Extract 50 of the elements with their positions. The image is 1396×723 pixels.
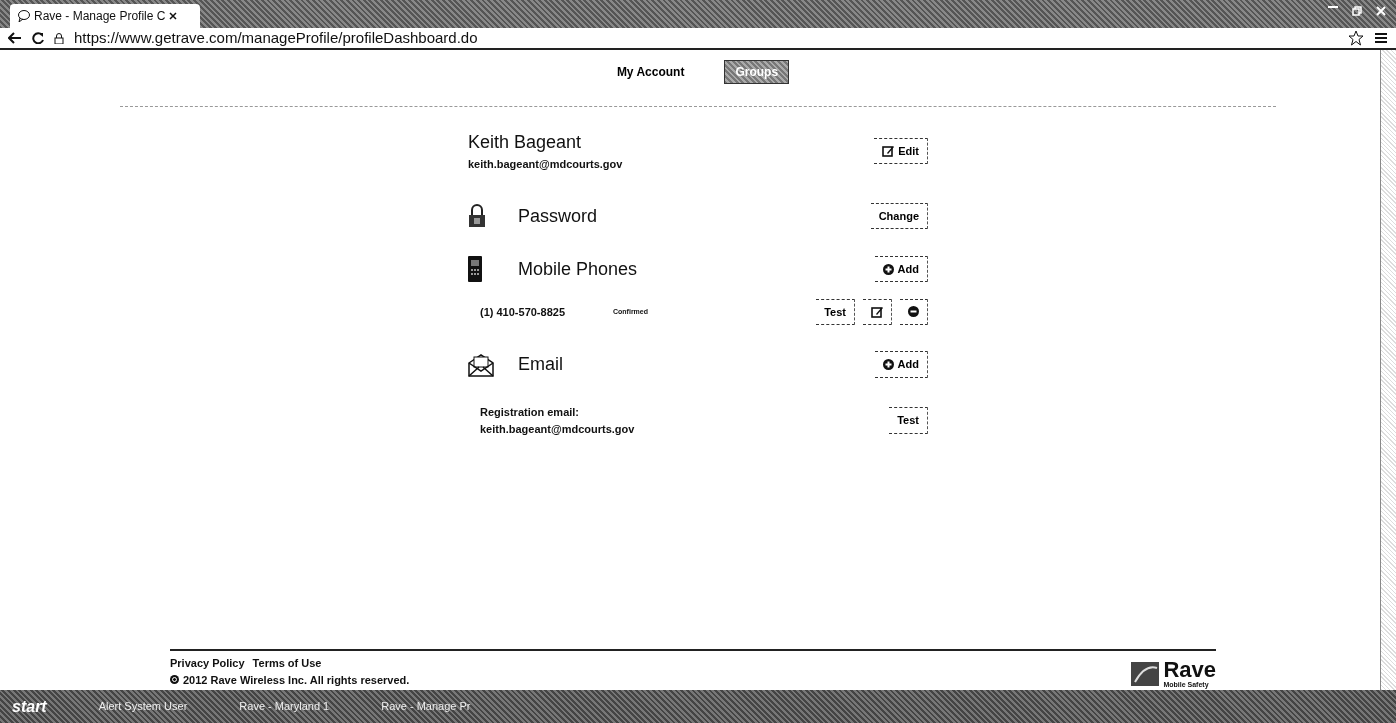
padlock-icon — [468, 204, 486, 229]
start-button[interactable]: start — [6, 693, 53, 720]
phone-number: (1) 410-570-8825 — [480, 304, 565, 320]
close-icon — [169, 12, 178, 20]
profile-email: keith.bageant@mdcourts.gov — [468, 157, 623, 172]
edit-icon — [882, 144, 895, 157]
taskbar-button[interactable]: Rave - Maryland 1 — [233, 697, 336, 716]
restore-icon — [1352, 6, 1362, 16]
browser-tab[interactable]: Rave - Manage Profile C — [10, 4, 200, 28]
section-title: Email — [518, 353, 563, 376]
star-icon — [1348, 30, 1364, 46]
taskbar-button[interactable]: Alert System User — [92, 697, 194, 716]
copyright-icon — [170, 675, 179, 685]
speech-bubble-icon — [18, 10, 30, 22]
nav-tab[interactable]: My Account — [606, 60, 695, 84]
plus-circle-icon — [882, 359, 894, 370]
footer-link[interactable]: Privacy Policy — [170, 655, 245, 672]
logo-name: Rave — [1163, 659, 1216, 681]
action-button[interactable]: Test — [816, 298, 855, 325]
url-field[interactable]: https://www.getrave.com/manageProfile/profileDashboard.do — [74, 26, 1338, 50]
taskbar-button[interactable]: Rave - Manage Pr — [375, 697, 477, 716]
minimize-icon — [1328, 6, 1338, 8]
remove-button[interactable] — [900, 298, 928, 325]
email-address: keith.bageant@mdcourts.gov — [480, 421, 635, 437]
action-button[interactable]: Change — [870, 202, 928, 230]
minus-circle-icon — [908, 306, 919, 318]
copyright-text: 2012 Rave Wireless Inc. All rights reserved. — [183, 672, 410, 688]
close-icon — [1376, 6, 1386, 16]
menu-icon — [1374, 32, 1388, 44]
edit-icon — [871, 305, 883, 318]
envelope-icon — [468, 352, 494, 377]
edit-button[interactable] — [863, 298, 892, 325]
section-title: Password — [518, 204, 598, 228]
mobile-phone-icon — [468, 256, 482, 282]
add-button[interactable]: Add — [874, 255, 928, 283]
plus-circle-icon — [882, 263, 894, 275]
tab-title: Rave - Manage Profile C — [34, 8, 166, 25]
nav-tab[interactable]: Groups — [724, 60, 790, 84]
action-button[interactable]: Test — [889, 407, 928, 434]
add-button[interactable]: Add — [874, 351, 928, 378]
scrollbar[interactable] — [1380, 50, 1396, 690]
entry-label: Registration email: — [480, 405, 581, 420]
lock-icon — [54, 32, 64, 44]
section-title: Mobile Phones — [518, 257, 638, 281]
edit-button[interactable]: Edit — [874, 137, 928, 164]
reload-icon — [32, 32, 44, 44]
back-arrow-icon — [8, 32, 22, 44]
footer-link[interactable]: Terms of Use — [252, 655, 322, 672]
profile-name: Keith Bageant — [468, 131, 583, 154]
logo-icon — [1131, 661, 1160, 686]
